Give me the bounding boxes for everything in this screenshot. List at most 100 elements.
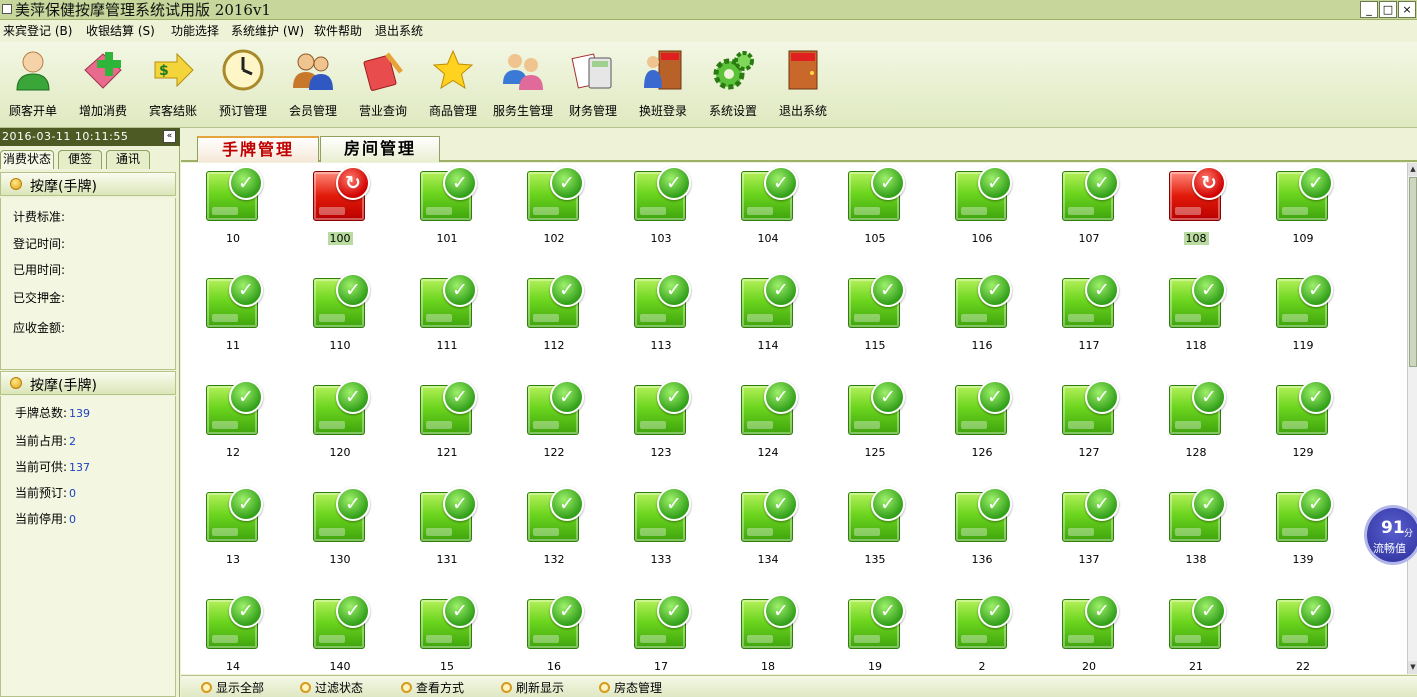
wristband-number: 135 [864,553,886,566]
wristband-card[interactable]: ✓ 121 [395,377,502,484]
tab-consumption-status[interactable]: 消费状态 [0,150,54,169]
wristband-card[interactable]: ✓ 15 [395,591,502,674]
maximize-button[interactable]: □ [1379,1,1397,18]
app-icon[interactable] [2,4,12,14]
system-settings-button[interactable]: 系统设置 [698,46,768,122]
wristband-card[interactable]: ✓ 139 [1251,484,1358,591]
wristband-card[interactable]: ✓ 119 [1251,270,1358,377]
wristband-card[interactable]: ✓ 104 [716,163,823,270]
wristband-card[interactable]: ✓ 16 [502,591,609,674]
wristband-card[interactable]: ✓ 12 [181,377,288,484]
refresh-button[interactable]: 刷新显示 [501,679,564,696]
add-consumption-button[interactable]: 增加消费 [68,46,138,122]
section-header-detail[interactable]: 按摩(手牌) [0,172,176,196]
collapse-panel-button[interactable]: « [163,130,176,143]
menu-cashier[interactable]: 收银结算 (S) [86,24,155,39]
wristband-card[interactable]: ✓ 11 [181,270,288,377]
wristband-card[interactable]: ✓ 124 [716,377,823,484]
wristband-card[interactable]: ✓ 120 [288,377,395,484]
wristband-card[interactable]: ✓ 105 [823,163,930,270]
wristband-card[interactable]: ✓ 22 [1251,591,1358,674]
member-button[interactable]: 会员管理 [278,46,348,122]
wristband-card[interactable]: ✓ 14 [181,591,288,674]
staff-button[interactable]: 服务生管理 [488,46,558,122]
filter-status-button[interactable]: 过滤状态 [300,679,363,696]
wristband-card[interactable]: ✓ 114 [716,270,823,377]
wristband-card[interactable]: ✓ 122 [502,377,609,484]
wristband-card[interactable]: ✓ 102 [502,163,609,270]
wristband-card[interactable]: ✓ 21 [1144,591,1251,674]
wristband-card[interactable]: ✓ 112 [502,270,609,377]
finance-button[interactable]: 财务管理 [558,46,628,122]
wristband-card[interactable]: ✓ 134 [716,484,823,591]
wristband-card[interactable]: ↻ 100 [288,163,395,270]
wristband-card[interactable]: ✓ 136 [930,484,1037,591]
scroll-down-icon[interactable]: ▼ [1408,661,1417,674]
goods-button[interactable]: 商品管理 [418,46,488,122]
wristband-card[interactable]: ✓ 125 [823,377,930,484]
wristband-card[interactable]: ✓ 10 [181,163,288,270]
menu-guest-register[interactable]: 来宾登记 (B) [3,24,72,39]
fluency-widget[interactable]: 91 分 流畅值 [1364,505,1417,565]
menu-functions[interactable]: 功能选择 [171,24,219,39]
vertical-scrollbar[interactable]: ▲ ▼ [1407,163,1417,674]
wristband-card[interactable]: ✓ 2 [930,591,1037,674]
wristband-card[interactable]: ✓ 20 [1037,591,1144,674]
wristband-card[interactable]: ✓ 138 [1144,484,1251,591]
scrollbar-thumb[interactable] [1409,177,1417,367]
wave-icon [961,421,987,429]
close-button[interactable]: × [1398,1,1416,18]
wristband-card[interactable]: ✓ 126 [930,377,1037,484]
menu-exit[interactable]: 退出系统 [375,24,423,39]
wristband-card[interactable]: ✓ 103 [609,163,716,270]
wristband-card[interactable]: ✓ 117 [1037,270,1144,377]
tab-wristband-management[interactable]: 手牌管理 [197,136,319,162]
wristband-card[interactable]: ✓ 118 [1144,270,1251,377]
section-header-stats[interactable]: 按摩(手牌) [0,371,176,395]
show-all-button[interactable]: 显示全部 [201,679,264,696]
business-query-button[interactable]: 营业查询 [348,46,418,122]
tab-notes[interactable]: 便签 [58,150,102,169]
wristband-card[interactable]: ✓ 113 [609,270,716,377]
wristband-card[interactable]: ↻ 108 [1144,163,1251,270]
amount-due-label: 应收金额: [13,321,66,335]
wristband-card[interactable]: ✓ 123 [609,377,716,484]
booking-button[interactable]: 预订管理 [208,46,278,122]
wristband-card[interactable]: ✓ 128 [1144,377,1251,484]
wristband-card[interactable]: ✓ 101 [395,163,502,270]
wristband-card[interactable]: ✓ 19 [823,591,930,674]
wristband-card[interactable]: ✓ 140 [288,591,395,674]
wristband-card[interactable]: ✓ 129 [1251,377,1358,484]
wristband-card[interactable]: ✓ 111 [395,270,502,377]
menu-system-maintenance[interactable]: 系统维护 (W) [231,24,304,39]
tab-communication[interactable]: 通讯 [106,150,150,169]
menu-help[interactable]: 软件帮助 [314,24,362,39]
wristband-card[interactable]: ✓ 116 [930,270,1037,377]
wristband-card[interactable]: ✓ 110 [288,270,395,377]
scroll-up-icon[interactable]: ▲ [1408,163,1417,176]
wristband-card[interactable]: ✓ 18 [716,591,823,674]
minimize-button[interactable]: _ [1360,1,1378,18]
wristband-card[interactable]: ✓ 109 [1251,163,1358,270]
checkout-button[interactable]: $ 宾客结账 [138,46,208,122]
wristband-card[interactable]: ✓ 13 [181,484,288,591]
wristband-card[interactable]: ✓ 130 [288,484,395,591]
exit-system-button[interactable]: 退出系统 [768,46,838,122]
room-status-button[interactable]: 房态管理 [599,679,662,696]
wristband-card[interactable]: ✓ 133 [609,484,716,591]
wristband-card[interactable]: ✓ 135 [823,484,930,591]
open-order-button[interactable]: 顾客开单 [0,46,68,122]
wristband-card[interactable]: ✓ 115 [823,270,930,377]
wristband-card[interactable]: ✓ 106 [930,163,1037,270]
wristband-card[interactable]: ✓ 131 [395,484,502,591]
stat-total: 手牌总数: 139 [15,406,91,420]
wristband-card[interactable]: ✓ 137 [1037,484,1144,591]
tab-room-management[interactable]: 房间管理 [320,136,440,162]
wristband-card[interactable]: ✓ 127 [1037,377,1144,484]
shift-login-button[interactable]: 换班登录 [628,46,698,122]
wristband-card[interactable]: ✓ 17 [609,591,716,674]
wristband-card[interactable]: ✓ 132 [502,484,609,591]
wristband-card[interactable]: ✓ 107 [1037,163,1144,270]
wave-icon [1175,314,1201,322]
view-mode-button[interactable]: 查看方式 [401,679,464,696]
